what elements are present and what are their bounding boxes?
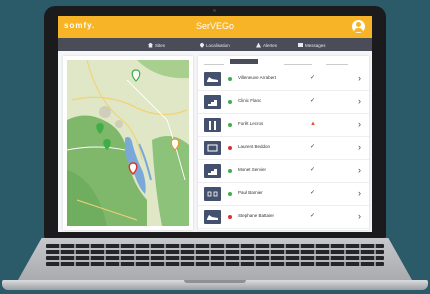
warning-icon xyxy=(256,42,261,48)
check-icon: ✓ xyxy=(310,98,316,104)
chevron-right-icon[interactable]: › xyxy=(358,73,361,83)
camera-icon xyxy=(213,9,216,12)
map-panel xyxy=(63,56,193,230)
filter-dropdown-selected[interactable] xyxy=(230,59,258,64)
screen-icon xyxy=(204,141,221,155)
sites-map[interactable] xyxy=(67,60,189,226)
site-name: Clinic Flanc xyxy=(238,98,262,103)
nav-item-label: Localisation xyxy=(206,42,230,48)
laptop-screen: somfy. SerVEGo Sites Localisation Alerte… xyxy=(58,16,372,232)
home-icon xyxy=(148,42,153,48)
app-title: SerVEGo xyxy=(195,21,235,31)
chevron-right-icon[interactable]: › xyxy=(358,96,361,106)
status-dot xyxy=(228,100,232,104)
site-name: Villeneuve Arrabert xyxy=(238,75,276,80)
status-dot xyxy=(228,215,232,219)
site-name: Laurent Beddon xyxy=(238,144,271,149)
check-icon: ✓ xyxy=(310,167,316,173)
chevron-right-icon[interactable]: › xyxy=(358,188,361,198)
chevron-right-icon[interactable]: › xyxy=(358,119,361,129)
user-avatar-icon[interactable] xyxy=(352,20,365,33)
site-row[interactable]: Villeneuve Arrabert ✓ › xyxy=(198,68,369,91)
check-icon: ✓ xyxy=(310,144,316,150)
warning-icon: ▲ xyxy=(310,121,316,127)
stairs-icon xyxy=(204,95,221,109)
chevron-right-icon[interactable]: › xyxy=(358,211,361,221)
status-dot xyxy=(228,77,232,81)
site-row[interactable]: Clinic Flanc ✓ › xyxy=(198,91,369,114)
site-row[interactable]: Stephane Battaier ✓ › xyxy=(198,206,369,229)
nav-item-label: Alertes xyxy=(263,42,278,48)
app-header: somfy. SerVEGo xyxy=(58,16,372,38)
door-icon xyxy=(204,118,221,132)
shoe-icon xyxy=(204,72,221,86)
nav-item-label: Sites xyxy=(155,42,166,48)
site-name: Monet Servier xyxy=(238,167,267,172)
status-dot xyxy=(228,146,232,150)
keyboard xyxy=(46,244,384,272)
laptop-bezel: somfy. SerVEGo Sites Localisation Alerte… xyxy=(44,6,386,238)
filter-dropdown[interactable] xyxy=(284,60,312,65)
main-nav: Sites Localisation Alertes Messages xyxy=(58,38,372,51)
filter-bar xyxy=(198,59,369,66)
chevron-right-icon[interactable]: › xyxy=(358,142,361,152)
status-dot xyxy=(228,192,232,196)
check-icon: ✓ xyxy=(310,213,316,219)
shoe-icon xyxy=(204,210,221,224)
filter-dropdown[interactable] xyxy=(326,60,348,65)
laptop-notch xyxy=(184,280,246,283)
envelope-icon xyxy=(298,43,303,47)
site-name: Stephane Battaier xyxy=(238,213,275,218)
location-pin-icon xyxy=(199,42,205,48)
check-icon: ✓ xyxy=(310,190,316,196)
chevron-right-icon[interactable]: › xyxy=(358,165,361,175)
site-row[interactable]: Monet Servier ✓ › xyxy=(198,160,369,183)
site-row[interactable]: Paul Barnier ✓ › xyxy=(198,183,369,206)
sites-list-panel: Villeneuve Arrabert ✓ › Clinic Flanc ✓ › Forêt… xyxy=(198,56,369,230)
check-icon: ✓ xyxy=(310,75,316,81)
filter-dropdown[interactable] xyxy=(204,60,224,65)
status-dot xyxy=(228,123,232,127)
nav-item-messages[interactable]: Messages xyxy=(298,41,326,49)
status-dot xyxy=(228,169,232,173)
site-row[interactable]: Forêt Lecros ▲ › xyxy=(198,114,369,137)
nav-item-sites[interactable]: Sites xyxy=(148,41,165,49)
nav-item-label: Messages xyxy=(305,42,326,48)
nav-item-alertes[interactable]: Alertes xyxy=(256,41,277,49)
stairs-icon xyxy=(204,164,221,178)
site-name: Paul Barnier xyxy=(238,190,263,195)
nav-item-localisation[interactable]: Localisation xyxy=(199,41,230,49)
site-name: Forêt Lecros xyxy=(238,121,264,126)
site-row[interactable]: Laurent Beddon ✓ › xyxy=(198,137,369,160)
gate-icon xyxy=(204,187,221,201)
